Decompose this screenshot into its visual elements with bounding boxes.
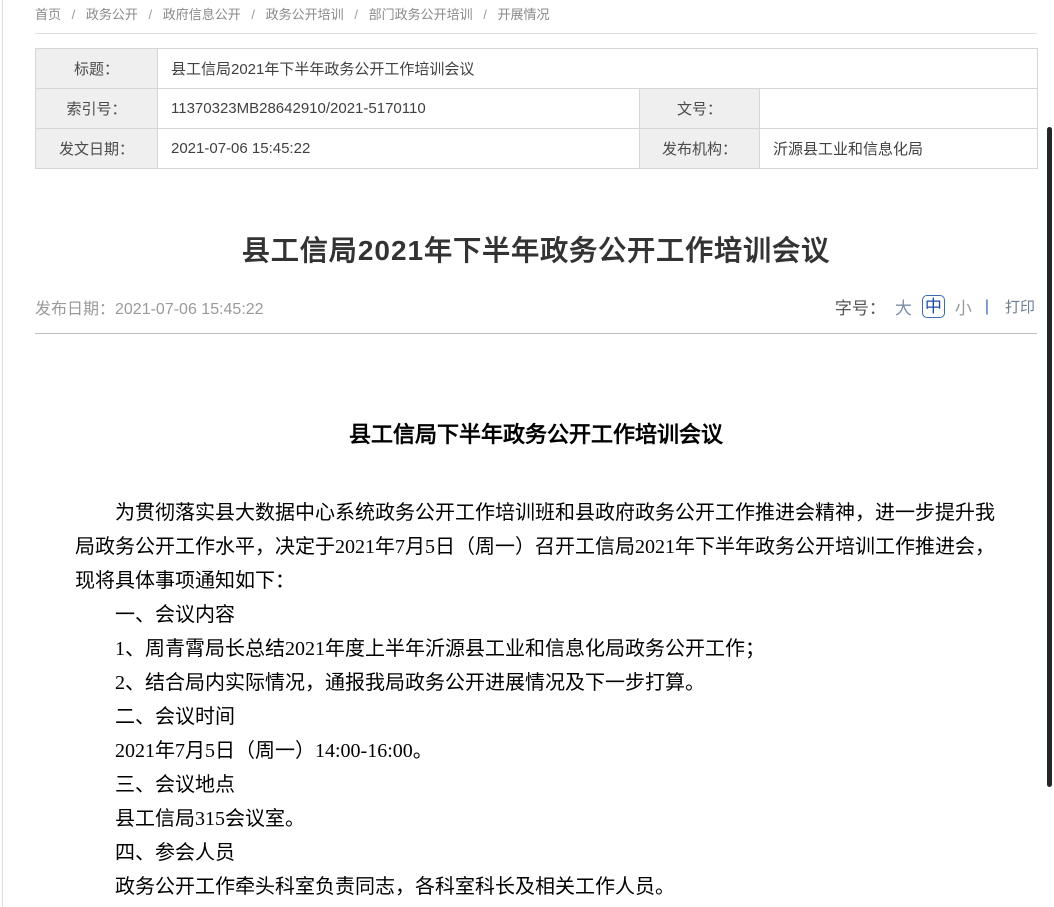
breadcrumb-item-department-training[interactable]: 部门政务公开培训 bbox=[369, 7, 473, 22]
page-left-border bbox=[2, 0, 3, 907]
content-paragraph: 1、周青霄局长总结2021年度上半年沂源县工业和信息化局政务公开工作； bbox=[75, 632, 997, 666]
breadcrumb-divider bbox=[35, 33, 1037, 34]
content-section-heading: 三、会议地点 bbox=[75, 768, 997, 802]
document-meta-table: 标题： 县工信局2021年下半年政务公开工作培训会议 索引号： 11370323… bbox=[35, 48, 1038, 169]
font-size-large-button[interactable]: 大 bbox=[895, 294, 912, 319]
meta-value-index: 11370323MB28642910/2021-5170110 bbox=[158, 89, 640, 129]
table-row: 发文日期： 2021-07-06 15:45:22 发布机构： 沂源县工业和信息… bbox=[36, 129, 1038, 169]
content-paragraph: 县工信局315会议室。 bbox=[75, 802, 997, 836]
controls-separator: | bbox=[985, 298, 989, 316]
scrollbar-thumb[interactable] bbox=[1047, 127, 1052, 787]
meta-value-agency: 沂源县工业和信息化局 bbox=[760, 129, 1038, 169]
breadcrumb-item-zhengwugongkai[interactable]: 政务公开 bbox=[86, 7, 138, 22]
meta-label-date: 发文日期： bbox=[36, 129, 158, 169]
meta-value-date: 2021-07-06 15:45:22 bbox=[158, 129, 640, 169]
font-size-controls: 字号： 大 中 小 | 打印 bbox=[835, 294, 1037, 319]
breadcrumb-separator: / bbox=[72, 7, 76, 22]
content-paragraph: 政务公开工作牵头科室负责同志，各科室科长及相关工作人员。 bbox=[75, 870, 997, 904]
meta-label-agency: 发布机构： bbox=[640, 129, 760, 169]
article-body: 县工信局下半年政务公开工作培训会议 为贯彻落实县大数据中心系统政务公开工作培训班… bbox=[35, 422, 1037, 904]
content-section-heading: 四、参会人员 bbox=[75, 836, 997, 870]
table-row: 索引号： 11370323MB28642910/2021-5170110 文号： bbox=[36, 89, 1038, 129]
page-title: 县工信局2021年下半年政务公开工作培训会议 bbox=[35, 235, 1037, 267]
table-row: 标题： 县工信局2021年下半年政务公开工作培训会议 bbox=[36, 49, 1038, 89]
breadcrumb-item-government-info[interactable]: 政府信息公开 bbox=[163, 7, 241, 22]
breadcrumb-separator: / bbox=[483, 7, 487, 22]
breadcrumb-item-training[interactable]: 政务公开培训 bbox=[266, 7, 344, 22]
meta-value-docnum bbox=[760, 89, 1038, 129]
content-section-heading: 一、会议内容 bbox=[75, 598, 997, 632]
publish-meta-row: 发布日期：2021-07-06 15:45:22 字号： 大 中 小 | 打印 bbox=[35, 294, 1037, 319]
content-paragraph: 2021年7月5日（周一）14:00-16:00。 bbox=[75, 734, 997, 768]
content-paragraph: 2、结合局内实际情况，通报我局政务公开进展情况及下一步打算。 bbox=[75, 666, 997, 700]
meta-label-title: 标题： bbox=[36, 49, 158, 89]
content-paragraph: 为贯彻落实县大数据中心系统政务公开工作培训班和县政府政务公开工作推进会精神，进一… bbox=[75, 496, 997, 598]
content-section-heading: 二、会议时间 bbox=[75, 700, 997, 734]
meta-label-docnum: 文号： bbox=[640, 89, 760, 129]
font-size-small-button[interactable]: 小 bbox=[955, 294, 972, 319]
publish-date: 发布日期：2021-07-06 15:45:22 bbox=[35, 295, 264, 319]
content-title: 县工信局下半年政务公开工作培训会议 bbox=[75, 422, 997, 448]
meta-value-title: 县工信局2021年下半年政务公开工作培训会议 bbox=[158, 49, 1038, 89]
meta-label-index: 索引号： bbox=[36, 89, 158, 129]
breadcrumb-item-current[interactable]: 开展情况 bbox=[497, 7, 549, 22]
print-button[interactable]: 打印 bbox=[1005, 296, 1035, 317]
breadcrumb-separator: / bbox=[251, 7, 255, 22]
font-size-medium-button[interactable]: 中 bbox=[922, 295, 945, 318]
font-size-label: 字号： bbox=[835, 294, 886, 319]
breadcrumb-item-home[interactable]: 首页 bbox=[35, 7, 61, 22]
breadcrumb-separator: / bbox=[354, 7, 358, 22]
breadcrumb-separator: / bbox=[149, 7, 153, 22]
page: 首页 / 政务公开 / 政府信息公开 / 政务公开培训 / 部门政务公开培训 /… bbox=[35, 0, 1037, 904]
header-divider bbox=[35, 333, 1037, 334]
breadcrumb: 首页 / 政务公开 / 政府信息公开 / 政务公开培训 / 部门政务公开培训 /… bbox=[35, 0, 1037, 24]
